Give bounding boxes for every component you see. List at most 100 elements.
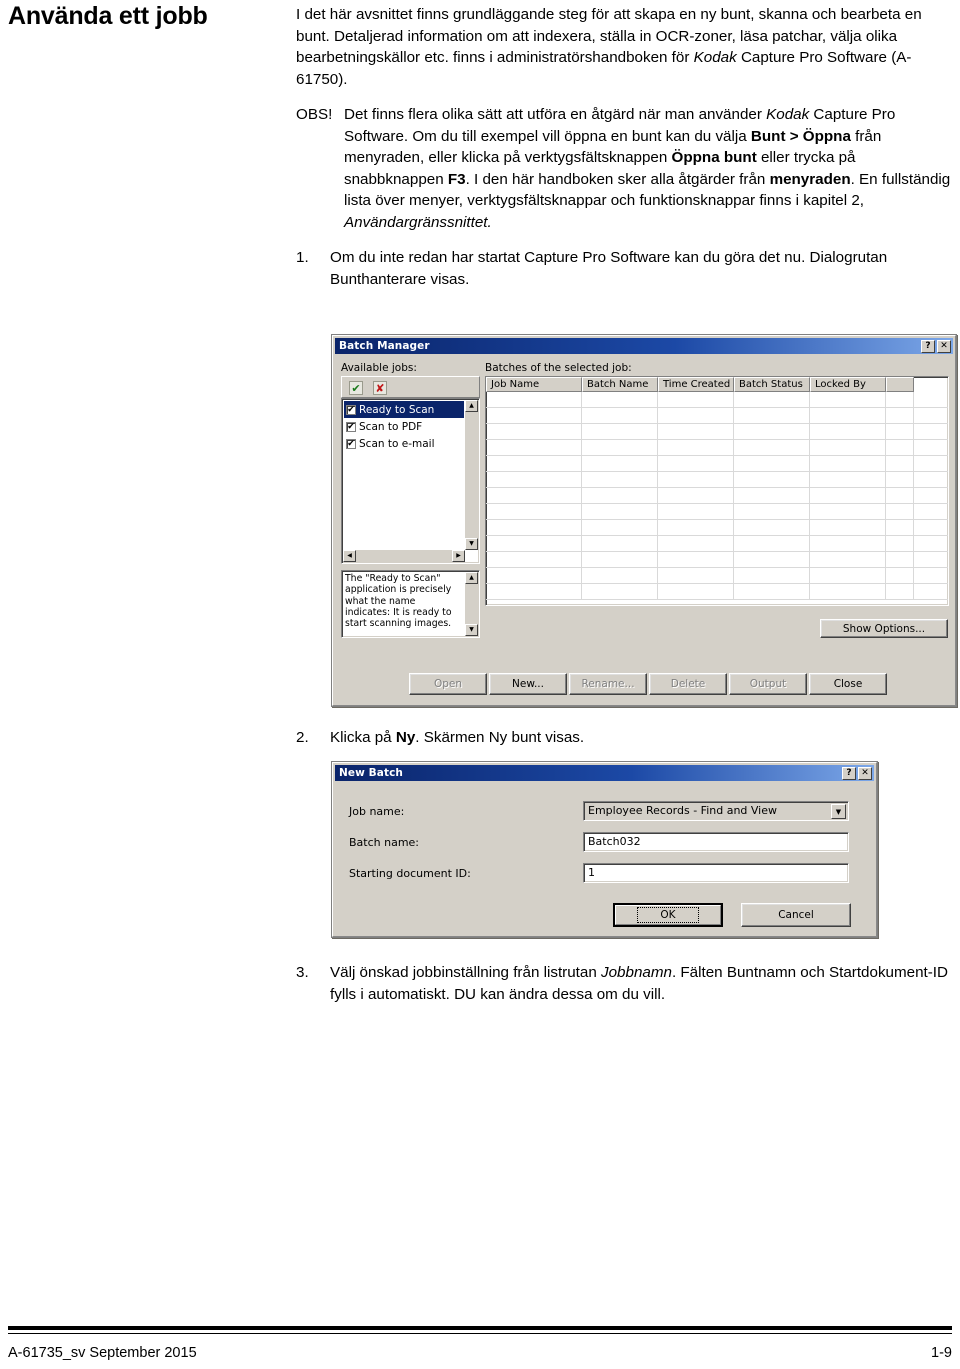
- table-cell: [486, 408, 582, 423]
- help-icon[interactable]: ?: [921, 339, 935, 353]
- table-cell: [810, 504, 886, 519]
- table-row[interactable]: [486, 568, 948, 584]
- table-cell: [886, 408, 914, 423]
- description-scroll-up-icon[interactable]: ▲: [465, 572, 478, 584]
- help-icon[interactable]: ?: [842, 766, 856, 780]
- table-cell: [886, 536, 914, 551]
- ok-button-label: OK: [637, 907, 699, 923]
- table-cell: [582, 552, 658, 567]
- table-cell: [886, 584, 914, 599]
- output-button: Output: [729, 673, 807, 695]
- starting-document-id-input[interactable]: 1: [583, 863, 849, 883]
- table-cell: [582, 392, 658, 407]
- new-batch-titlebar[interactable]: New Batch ? ✕: [335, 765, 874, 781]
- note-body: Det finns flera olika sätt att utföra en…: [344, 104, 954, 233]
- jobs-list-vertical-scrollbar[interactable]: ▲ ▼: [465, 400, 478, 550]
- close-button[interactable]: Close: [809, 673, 887, 695]
- table-row[interactable]: [486, 536, 948, 552]
- scroll-left-icon[interactable]: ◀: [343, 550, 356, 562]
- table-row[interactable]: [486, 456, 948, 472]
- table-cell: [886, 456, 914, 471]
- batch-name-value: Batch032: [588, 835, 641, 848]
- scroll-down-icon[interactable]: ▼: [465, 538, 478, 550]
- job-name-value: Employee Records - Find and View: [588, 804, 778, 817]
- table-cell: [734, 456, 810, 471]
- ok-button[interactable]: OK: [613, 903, 723, 927]
- table-cell: [810, 520, 886, 535]
- chevron-down-icon[interactable]: ▼: [831, 804, 846, 819]
- table-row[interactable]: [486, 488, 948, 504]
- table-cell: [734, 488, 810, 503]
- table-cell: [734, 520, 810, 535]
- table-cell: [734, 472, 810, 487]
- step-3-pre: Välj önskad jobbinställning från listrut…: [330, 964, 602, 981]
- enable-job-icon[interactable]: ✔: [348, 380, 364, 396]
- scroll-right-icon[interactable]: ▶: [452, 550, 465, 562]
- description-vertical-scrollbar[interactable]: ▲ ▼: [465, 572, 478, 636]
- job-list-item[interactable]: ✔ Scan to PDF: [344, 418, 464, 435]
- show-options-button[interactable]: Show Options...: [820, 619, 948, 638]
- job-name-select[interactable]: Employee Records - Find and View ▼: [583, 801, 849, 821]
- disable-job-icon[interactable]: ✘: [372, 380, 388, 396]
- table-cell: [734, 584, 810, 599]
- batch-name-input[interactable]: Batch032: [583, 832, 849, 852]
- batches-table[interactable]: Job Name Batch Name Time Created Batch Stat…: [485, 376, 949, 606]
- close-icon[interactable]: ✕: [858, 766, 872, 780]
- step-2: 2. Klicka på Ny. Skärmen Ny bunt visas.: [296, 727, 954, 749]
- table-cell: [486, 536, 582, 551]
- step-3: 3. Välj önskad jobbinställning från list…: [296, 962, 954, 1005]
- table-cell: [810, 568, 886, 583]
- table-cell: [810, 488, 886, 503]
- body-text-column: I det här avsnittet finns grundläggande …: [296, 4, 954, 296]
- table-row[interactable]: [486, 408, 948, 424]
- table-cell: [810, 584, 886, 599]
- step-3-text: Välj önskad jobbinställning från listrut…: [330, 962, 954, 1005]
- table-row[interactable]: [486, 552, 948, 568]
- job-list-item[interactable]: ✔ Scan to e-mail: [344, 435, 464, 452]
- table-cell: [658, 584, 734, 599]
- job-checkbox[interactable]: ✔: [346, 438, 356, 449]
- table-row[interactable]: [486, 520, 948, 536]
- note-label: OBS!: [296, 106, 333, 123]
- table-cell: [658, 392, 734, 407]
- batches-table-column-header[interactable]: Locked By: [810, 377, 886, 392]
- table-cell: [658, 440, 734, 455]
- job-name-label: Job name:: [349, 805, 405, 818]
- scroll-up-icon[interactable]: ▲: [465, 400, 478, 412]
- batches-table-column-header[interactable]: Job Name: [486, 377, 582, 392]
- available-jobs-list[interactable]: ✔ Ready to Scan ✔ Scan to PDF ✔ Scan to e-mai…: [341, 398, 480, 564]
- close-icon[interactable]: ✕: [937, 339, 951, 353]
- job-list-item-label: Scan to PDF: [359, 420, 423, 433]
- job-checkbox[interactable]: ✔: [346, 421, 356, 432]
- batches-table-column-header[interactable]: Time Created: [658, 377, 734, 392]
- footer-rule-thick: [8, 1326, 952, 1330]
- table-cell: [582, 472, 658, 487]
- job-list-item[interactable]: ✔ Ready to Scan: [344, 401, 464, 418]
- job-checkbox[interactable]: ✔: [346, 404, 356, 415]
- jobs-list-horizontal-scrollbar[interactable]: ◀ ▶: [343, 550, 465, 562]
- available-jobs-label: Available jobs:: [341, 362, 417, 374]
- batches-table-column-header[interactable]: [886, 377, 914, 392]
- cancel-button[interactable]: Cancel: [741, 903, 851, 927]
- batches-table-column-header[interactable]: Batch Name: [582, 377, 658, 392]
- new-button[interactable]: New...: [489, 673, 567, 695]
- batch-manager-titlebar[interactable]: Batch Manager ? ✕: [335, 338, 953, 354]
- table-row[interactable]: [486, 424, 948, 440]
- table-row[interactable]: [486, 504, 948, 520]
- batch-manager-dialog[interactable]: Batch Manager ? ✕ Available jobs: Batche…: [331, 334, 957, 707]
- table-cell: [658, 536, 734, 551]
- table-row[interactable]: [486, 392, 948, 408]
- table-cell: [486, 392, 582, 407]
- table-row[interactable]: [486, 472, 948, 488]
- batch-manager-title: Batch Manager: [339, 340, 430, 352]
- batches-table-column-header[interactable]: Batch Status: [734, 377, 810, 392]
- table-cell: [886, 424, 914, 439]
- table-cell: [486, 568, 582, 583]
- table-cell: [658, 504, 734, 519]
- batches-table-body: [486, 392, 948, 605]
- table-cell: [734, 392, 810, 407]
- table-row[interactable]: [486, 584, 948, 600]
- table-row[interactable]: [486, 440, 948, 456]
- description-scroll-down-icon[interactable]: ▼: [465, 624, 478, 636]
- new-batch-dialog[interactable]: New Batch ? ✕ Job name: Employee Records…: [331, 761, 878, 938]
